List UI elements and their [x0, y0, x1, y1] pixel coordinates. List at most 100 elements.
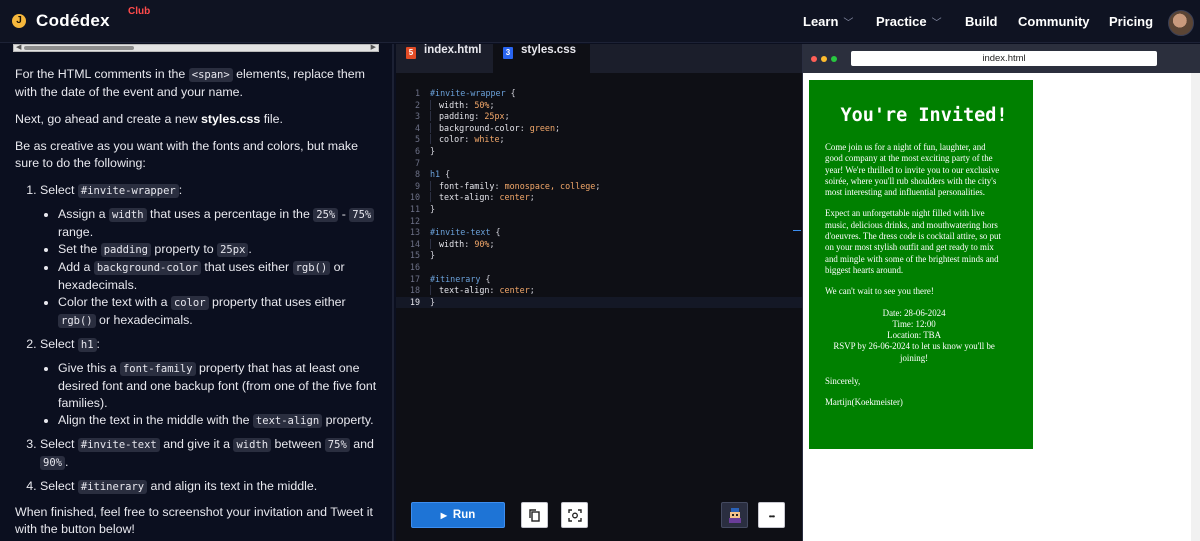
pixel-avatar-icon: [728, 508, 741, 523]
scroll-right-icon[interactable]: ▶: [371, 44, 376, 51]
code-text: color: white;: [430, 134, 505, 146]
code-line[interactable]: 8 h1 {: [396, 169, 802, 181]
html5-icon: 5: [406, 47, 416, 59]
run-label: Run: [452, 509, 476, 521]
itinerary-rsvp: RSVP by 26-06-2024 to let us know you'll…: [833, 341, 995, 363]
copy-button[interactable]: [521, 502, 548, 528]
code-text: }: [430, 296, 436, 307]
chevron-down-icon: ﹀: [843, 18, 854, 29]
instructions-content: For the HTML comments in the <span> elem…: [15, 66, 377, 541]
line-number: 6: [414, 145, 420, 156]
tab-styles-css[interactable]: 3 styles.css: [493, 44, 590, 73]
code-line[interactable]: 9 font-family: monospace, college;: [396, 180, 802, 193]
invite-paragraph: Come join us for a night of fun, laughte…: [825, 142, 1000, 198]
code-line[interactable]: 16: [396, 262, 802, 274]
play-icon: ▶: [440, 511, 447, 520]
code-text: }: [430, 203, 436, 214]
code-line[interactable]: 1 #invite-wrapper {: [396, 88, 802, 100]
browser-bar: index.html: [803, 44, 1200, 73]
user-avatar-button[interactable]: [721, 502, 748, 528]
nav-pricing[interactable]: Pricing: [1109, 14, 1153, 29]
code-line[interactable]: 3 padding: 25px;: [396, 111, 802, 123]
code-area[interactable]: 1 #invite-wrapper {2 width: 50%; 3 padding: …: [396, 88, 802, 309]
invite-title: You're Invited!: [840, 105, 1008, 126]
invite-paragraph: Expect an unforgettable night filled wit…: [825, 208, 1001, 275]
top-nav: J Codédex Club Learn ﹀ Practice ﹀ Build Co…: [0, 0, 1200, 43]
nav-build[interactable]: Build: [965, 14, 998, 29]
code-line[interactable]: 10 text-align: center;: [396, 192, 802, 204]
code-text: background-color: green;: [430, 122, 561, 135]
css3-icon: 3: [503, 47, 513, 59]
step-2-bullet: Align the text in the middle with the te…: [58, 412, 377, 430]
instruction-paragraph: When finished, feel free to screenshot y…: [15, 505, 373, 536]
invite-signature: Martijn(Koekmeister): [825, 397, 903, 408]
step-1-bullet: Add a background-color that uses either …: [58, 259, 377, 294]
code-line[interactable]: 18 text-align: center;: [396, 285, 802, 297]
step-1: Select #invite-wrapper: Assign a width t…: [40, 182, 377, 330]
invite-wrapper: You're Invited! Come join us for a night…: [809, 80, 1033, 449]
invite-text: Come join us for a night of fun, laughte…: [825, 142, 1003, 409]
step-2-bullet: Give this a font-family property that ha…: [58, 360, 377, 412]
itinerary-location: Location: TBA: [887, 330, 941, 341]
code-text: }: [430, 145, 436, 156]
tab-label: styles.css: [521, 44, 576, 56]
scrollbar-thumb[interactable]: [24, 46, 134, 50]
step-1-bullet: Set the padding property to 25px.: [58, 241, 377, 259]
code-editor[interactable]: 5 index.html 3 styles.css 1 #invite-wrapper…: [396, 44, 802, 541]
nav-practice[interactable]: Practice ﹀: [876, 14, 942, 29]
close-dot-icon: [811, 56, 817, 62]
instruction-paragraph: For the HTML comments in the <span> elem…: [15, 67, 365, 99]
scroll-left-icon[interactable]: ◀: [16, 44, 21, 51]
more-icon: •••: [768, 512, 775, 521]
line-number: 5: [414, 134, 420, 145]
code-text: #itinerary {: [430, 273, 491, 284]
run-button[interactable]: ▶ Run: [411, 502, 505, 528]
code-line[interactable]: 5 color: white;: [396, 134, 802, 146]
minimize-dot-icon: [821, 56, 827, 62]
logo-text[interactable]: Codédex: [36, 11, 110, 31]
screenshot-button[interactable]: [561, 502, 588, 528]
drag-divider[interactable]: [793, 230, 801, 231]
code-line[interactable]: 12: [396, 216, 802, 228]
code-line[interactable]: 2 width: 50%;: [396, 99, 802, 112]
line-number: 2: [414, 99, 420, 110]
step-3: Select #invite-text and give it a width …: [40, 436, 377, 472]
line-number: 14: [409, 238, 420, 249]
avatar[interactable]: [1168, 10, 1194, 36]
url-bar[interactable]: index.html: [851, 51, 1157, 66]
editor-tabs: 5 index.html 3 styles.css: [396, 44, 802, 73]
line-number: 12: [409, 215, 420, 226]
more-options-button[interactable]: •••: [758, 502, 785, 528]
code-line[interactable]: 13 #invite-text {: [396, 227, 802, 239]
chevron-down-icon: ﹀: [931, 18, 942, 29]
nav-learn-label: Learn: [803, 14, 839, 29]
line-number: 18: [409, 285, 420, 296]
line-number: 19: [409, 296, 420, 307]
code-line[interactable]: 7: [396, 158, 802, 170]
nav-practice-label: Practice: [876, 14, 927, 29]
code-line[interactable]: 14 width: 90%;: [396, 238, 802, 251]
line-number: 13: [409, 227, 420, 238]
preview-scrollbar[interactable]: [1191, 73, 1200, 541]
code-line[interactable]: 17 #itinerary {: [396, 274, 802, 286]
code-line[interactable]: 4 background-color: green;: [396, 122, 802, 135]
nav-learn[interactable]: Learn ﹀: [803, 14, 853, 29]
line-number: 4: [414, 122, 420, 133]
code-text: width: 50%;: [430, 99, 495, 112]
line-number: 10: [409, 192, 420, 203]
code-text: padding: 25px;: [430, 111, 510, 123]
line-number: 17: [409, 273, 420, 284]
code-line[interactable]: 11}: [396, 204, 802, 216]
code-text: font-family: monospace, college;: [430, 180, 601, 193]
line-number: 11: [409, 203, 420, 214]
invite-paragraph: We can't wait to see you there!: [825, 286, 934, 297]
tab-index-html[interactable]: 5 index.html: [406, 44, 482, 73]
code-line[interactable]: 6}: [396, 146, 802, 158]
code-text: width: 90%;: [430, 238, 495, 251]
code-line[interactable]: 19}: [396, 296, 802, 309]
instruction-paragraph: Next, go ahead and create a new styles.c…: [15, 112, 283, 126]
nav-community[interactable]: Community: [1018, 14, 1090, 29]
code-line[interactable]: 15}: [396, 250, 802, 262]
logo-badge-icon[interactable]: J: [12, 14, 26, 28]
horizontal-scrollbar[interactable]: ◀ ▶: [13, 44, 379, 52]
